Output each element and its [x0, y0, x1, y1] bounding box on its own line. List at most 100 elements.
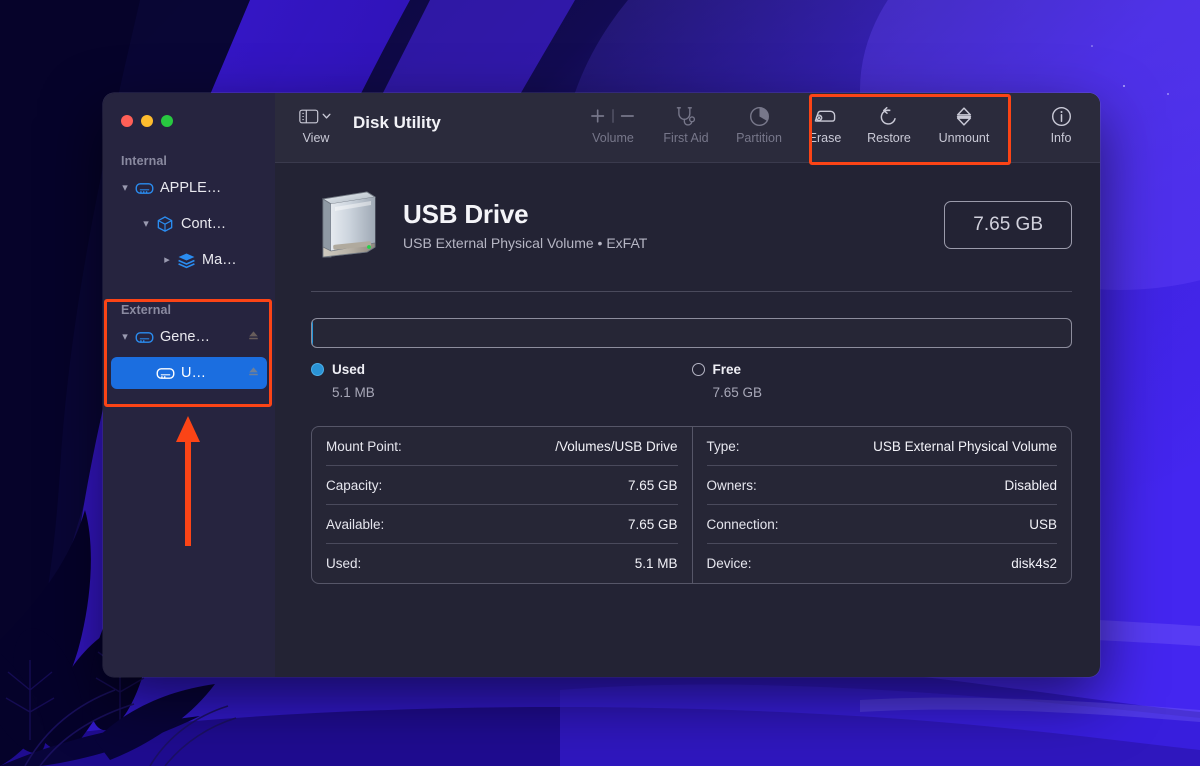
external-disk-icon: [154, 366, 176, 381]
chevron-down-icon[interactable]: ▾: [117, 332, 133, 343]
sidebar-item-label: U…: [181, 365, 247, 381]
chevron-down-icon[interactable]: ▾: [117, 183, 133, 194]
zoom-button[interactable]: [161, 115, 173, 127]
sidebar-item-label: APPLE…: [160, 180, 261, 196]
sidebar-item-container[interactable]: ▾ Cont…: [111, 208, 267, 240]
detail-value: Disabled: [1004, 478, 1057, 493]
detail-key: Used:: [326, 556, 361, 571]
detail-value: 7.65 GB: [628, 478, 678, 493]
eject-icon: [954, 105, 974, 127]
volume-title-block: USB Drive USB External Physical Volume •…: [403, 199, 647, 251]
info-label: Info: [1051, 132, 1072, 145]
volume-detail-content: USB Drive USB External Physical Volume •…: [275, 163, 1100, 677]
volume-details-table: Mount Point: /Volumes/USB Drive Capacity…: [311, 426, 1072, 584]
divider: [311, 291, 1072, 292]
plus-minus-icon: [590, 105, 636, 127]
sidebar-item-apple-disk[interactable]: ▾ APPLE…: [111, 172, 267, 204]
table-row: Connection: USB: [707, 505, 1058, 544]
volume-button[interactable]: Volume: [576, 93, 650, 145]
erase-label: Erase: [809, 132, 842, 145]
table-row: Available: 7.65 GB: [326, 505, 678, 544]
legend-free-label: Free: [713, 362, 742, 377]
external-disk-icon: [133, 330, 155, 345]
volume-label: Volume: [592, 132, 634, 145]
sidebar-item-macintosh-volume[interactable]: ▸ Ma…: [111, 244, 267, 276]
sidebar-item-generic-external-disk[interactable]: ▾ Gene…: [111, 321, 267, 353]
detail-value: USB: [1029, 517, 1057, 532]
legend-used-value: 5.1 MB: [311, 385, 692, 400]
sidebar-group-label-internal: Internal: [103, 154, 275, 168]
page-title: USB Drive: [403, 199, 647, 230]
detail-key: Connection:: [707, 517, 779, 532]
erase-button[interactable]: Erase: [796, 93, 854, 145]
restore-arrow-icon: [879, 105, 899, 127]
unmount-label: Unmount: [939, 132, 990, 145]
restore-button[interactable]: Restore: [854, 93, 924, 145]
free-swatch-icon: [692, 363, 705, 376]
volume-subtitle: USB External Physical Volume • ExFAT: [403, 235, 647, 251]
chevron-right-icon[interactable]: ▸: [159, 255, 175, 266]
details-column-left: Mount Point: /Volumes/USB Drive Capacity…: [312, 427, 692, 583]
disk-utility-window[interactable]: Internal ▾ APPLE… ▾: [103, 93, 1100, 677]
table-row: Type: USB External Physical Volume: [707, 427, 1058, 466]
table-row: Owners: Disabled: [707, 466, 1058, 505]
partition-button[interactable]: Partition: [722, 93, 796, 145]
legend-used: Used 5.1 MB: [311, 362, 692, 400]
view-label: View: [303, 132, 330, 145]
table-row: Device: disk4s2: [707, 544, 1058, 583]
detail-value: USB External Physical Volume: [873, 439, 1057, 454]
eject-icon[interactable]: [247, 329, 261, 346]
usage-bar: [311, 318, 1072, 348]
traffic-lights: [103, 93, 275, 127]
detail-value: disk4s2: [1011, 556, 1057, 571]
capacity-badge: 7.65 GB: [944, 201, 1072, 249]
table-row: Used: 5.1 MB: [326, 544, 678, 583]
toolbar: View Disk Utility Volume: [275, 93, 1100, 163]
sidebar: Internal ▾ APPLE… ▾: [103, 93, 275, 677]
table-row: Capacity: 7.65 GB: [326, 466, 678, 505]
minimize-button[interactable]: [141, 115, 153, 127]
sidebar-toggle-icon: [299, 105, 333, 127]
detail-key: Device:: [707, 556, 752, 571]
legend-used-top: Used: [311, 362, 692, 377]
detail-value: 5.1 MB: [635, 556, 678, 571]
info-circle-icon: [1051, 105, 1072, 127]
close-button[interactable]: [121, 115, 133, 127]
sidebar-item-label: Ma…: [202, 252, 261, 268]
external-hard-drive-illustration: [311, 185, 383, 265]
info-button[interactable]: Info: [1036, 93, 1086, 145]
detail-value: 7.65 GB: [628, 517, 678, 532]
first-aid-label: First Aid: [663, 132, 708, 145]
window-title: Disk Utility: [353, 113, 441, 133]
internal-disk-icon: [133, 181, 155, 196]
view-button[interactable]: View: [289, 93, 343, 145]
detail-key: Available:: [326, 517, 384, 532]
detail-key: Type:: [707, 439, 740, 454]
sidebar-item-usb-drive[interactable]: U…: [111, 357, 267, 389]
pie-chart-icon: [749, 105, 770, 127]
volume-stack-icon: [175, 252, 197, 269]
volume-header: USB Drive USB External Physical Volume •…: [311, 185, 1072, 265]
sidebar-group-label-external: External: [103, 303, 275, 317]
stethoscope-icon: [675, 105, 697, 127]
legend-free: Free 7.65 GB: [692, 362, 1073, 400]
restore-label: Restore: [867, 132, 911, 145]
partition-label: Partition: [736, 132, 782, 145]
unmount-button[interactable]: Unmount: [924, 93, 1004, 145]
detail-key: Mount Point:: [326, 439, 402, 454]
details-column-right: Type: USB External Physical Volume Owner…: [692, 427, 1072, 583]
legend-free-top: Free: [692, 362, 1073, 377]
sidebar-item-label: Gene…: [160, 329, 247, 345]
detail-value: /Volumes/USB Drive: [555, 439, 677, 454]
detail-key: Owners:: [707, 478, 757, 493]
first-aid-button[interactable]: First Aid: [650, 93, 722, 145]
annotation-pointer-arrow: [168, 408, 208, 548]
eject-icon[interactable]: [247, 365, 261, 382]
chevron-down-icon[interactable]: ▾: [138, 219, 154, 230]
used-swatch-icon: [311, 363, 324, 376]
main-pane: View Disk Utility Volume: [275, 93, 1100, 677]
legend-used-label: Used: [332, 362, 365, 377]
container-cube-icon: [154, 215, 176, 233]
table-row: Mount Point: /Volumes/USB Drive: [326, 427, 678, 466]
usage-legend: Used 5.1 MB Free 7.65 GB: [311, 362, 1072, 400]
